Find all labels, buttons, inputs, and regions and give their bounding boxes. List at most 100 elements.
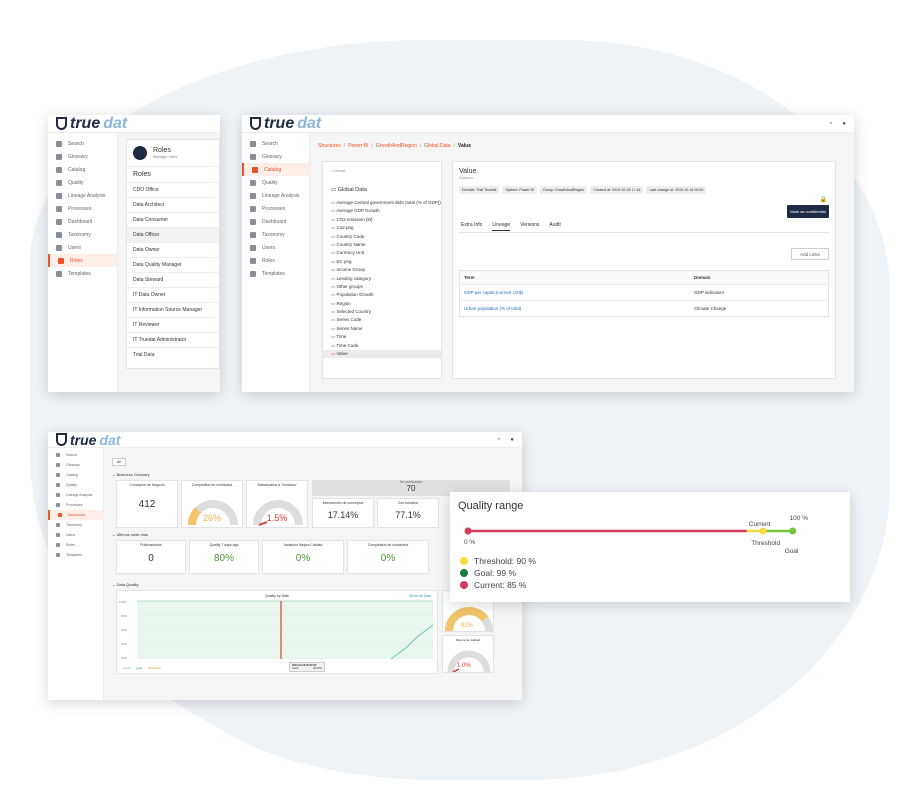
role-list-item[interactable]: IT Data Owner [127,287,219,302]
sidebar-item[interactable]: Processes [48,500,103,510]
sidebar-item[interactable]: Processes [242,202,309,215]
sidebar-item[interactable]: Dashboard [48,215,117,228]
sidebar-item[interactable]: Lineage Analysis [48,490,103,500]
tree-item[interactable]: ▭ Other groups [323,283,441,291]
legend-item[interactable]: threshold [148,666,160,670]
breadcrumb-item[interactable]: Global Data [424,143,450,149]
sidebar-item[interactable]: Quality [242,176,309,189]
sidebar-item[interactable]: Templates [48,550,103,560]
tree-item[interactable]: ▭ Average GDP Growth [323,207,441,215]
sidebar-item[interactable]: Quality [48,480,103,490]
tree-item[interactable]: ▭ Selected Country [323,308,441,316]
tree-item[interactable]: ▭ Country Name [323,241,441,249]
show-all-link[interactable]: Show All Data [409,594,431,598]
role-list-item[interactable]: Data Architect [127,197,219,212]
tab-audit[interactable]: Audit [549,222,560,231]
tree-item[interactable]: ▭ Income Group [323,266,441,274]
sidebar-item[interactable]: Catalog [48,163,117,176]
breadcrumb-item[interactable]: GrowthAndRegion [376,143,417,149]
user-icon[interactable]: ● [842,121,846,127]
tree-item[interactable]: ▭ Time Code [323,342,441,350]
sidebar-item[interactable]: Templates [242,267,309,280]
filter-select[interactable]: All [112,458,126,466]
tree-item[interactable]: ▭ Region [323,300,441,308]
breadcrumb-item[interactable]: Structures [318,143,341,149]
sidebar-item-catalog[interactable]: Catalog [242,163,309,176]
graduation-cap-icon [56,543,60,547]
table-header: Term Domain [460,271,828,285]
sidebar-item[interactable]: Lineage Analysis [242,189,309,202]
tree-home[interactable]: ⌂ Home [323,162,441,179]
legend-item[interactable]: result [123,666,130,670]
role-list-item[interactable]: Data Officer [127,227,219,242]
sidebar-item[interactable]: Templates [48,267,117,280]
role-list-item[interactable]: Data Steward [127,272,219,287]
tree-item[interactable]: ▭ Country Code [323,233,441,241]
tree-item-label: Other groups [336,283,363,289]
tree-item[interactable]: ▭ Time [323,333,441,341]
domain-cell: Climate Change [694,306,727,311]
sidebar-item[interactable]: Glossary [48,150,117,163]
sidebar-item[interactable]: Glossary [242,150,309,163]
sidebar-item[interactable]: Roles [48,540,103,550]
role-list-item[interactable]: IT Truedat Administrator [127,332,219,347]
tree-item[interactable]: ▭ Average Central government debt (total… [323,199,441,207]
role-list-item[interactable]: CDO Office [127,182,219,197]
sidebar-item[interactable]: Users [242,241,309,254]
tree-item[interactable]: ▭ Value [323,350,441,359]
term-link[interactable]: Urban population (% of total) [464,306,694,311]
table-row[interactable]: Urban population (% of total) Climate Ch… [460,301,828,316]
sidebar-item[interactable]: Processes [48,202,117,215]
sidebar-item[interactable]: Users [48,241,117,254]
role-list-item[interactable]: Data Consumer [127,212,219,227]
sidebar-item[interactable]: Catalog [48,470,103,480]
top-bar: true dat ◔ ● [242,115,854,133]
user-icon[interactable]: ● [510,437,514,443]
sidebar-item-dashboard[interactable]: Dashboard [48,510,103,520]
sidebar-item[interactable]: Dashboard [242,215,309,228]
sidebar-item[interactable]: Glossary [48,460,103,470]
tree-item[interactable]: ▭ Population Growth [323,291,441,299]
term-link[interactable]: GDP per capita (current US$) [464,290,694,295]
tree-item[interactable]: ▭ Co2.png [323,224,441,232]
legend-item[interactable]: goal [136,666,142,670]
sidebar-item[interactable]: Quality [48,176,117,189]
role-list-item[interactable]: IT Reviewer [127,317,219,332]
sidebar-item[interactable]: Search [48,450,103,460]
sidebar-item[interactable]: Taxonomy [48,228,117,241]
role-list-item[interactable]: Data Owner [127,242,219,257]
sidebar-item[interactable]: Users [48,530,103,540]
tree-item[interactable]: ▭ Currency Unit [323,249,441,257]
role-list-item[interactable]: Data Quality Manager [127,257,219,272]
top-actions: ◔ ● [829,121,846,127]
tab-extra-info[interactable]: Extra Info [461,222,482,231]
stat-value: 0% [295,553,311,564]
tab-versions[interactable]: Versions [520,222,539,231]
add-links-button[interactable]: Add Links [791,248,829,260]
mark-confidential-button[interactable]: Mark as confidential [787,205,829,218]
sidebar-item[interactable]: Search [48,137,117,150]
table-row[interactable]: GDP per capita (current US$) GDP indicat… [460,285,828,301]
tree-root[interactable]: ▭ Global Data [323,179,441,199]
tree-item[interactable]: ▭ CO2 emission (kt) [323,216,441,224]
bell-icon[interactable]: ◔ [497,437,501,443]
sidebar-item[interactable]: Roles [242,254,309,267]
tab-lineage[interactable]: Lineage [492,222,511,231]
breadcrumb-item[interactable]: Power BI [348,143,368,149]
goal-dot[interactable] [789,527,797,535]
sidebar-item[interactable]: Taxonomy [48,520,103,530]
tree-item[interactable]: ▭ EC.png [323,258,441,266]
tree-item[interactable]: ▭ Series Name [323,325,441,333]
threshold-dot[interactable] [759,527,767,535]
tree-item[interactable]: ▭ Series Code [323,316,441,324]
sidebar-item-roles[interactable]: Roles [48,254,117,267]
role-list-item[interactable]: Trial Data [127,347,219,362]
lock-icon[interactable]: 🔒 [820,196,827,203]
role-list-item[interactable]: IT Information Source Manager [127,302,219,317]
graduation-cap-icon [133,146,147,160]
sidebar-item[interactable]: Search [242,137,309,150]
tree-item[interactable]: ▭ Lending category [323,275,441,283]
sidebar-item[interactable]: Taxonomy [242,228,309,241]
bell-icon[interactable]: ◔ [829,121,833,127]
sidebar-item[interactable]: Lineage Analysis [48,189,117,202]
